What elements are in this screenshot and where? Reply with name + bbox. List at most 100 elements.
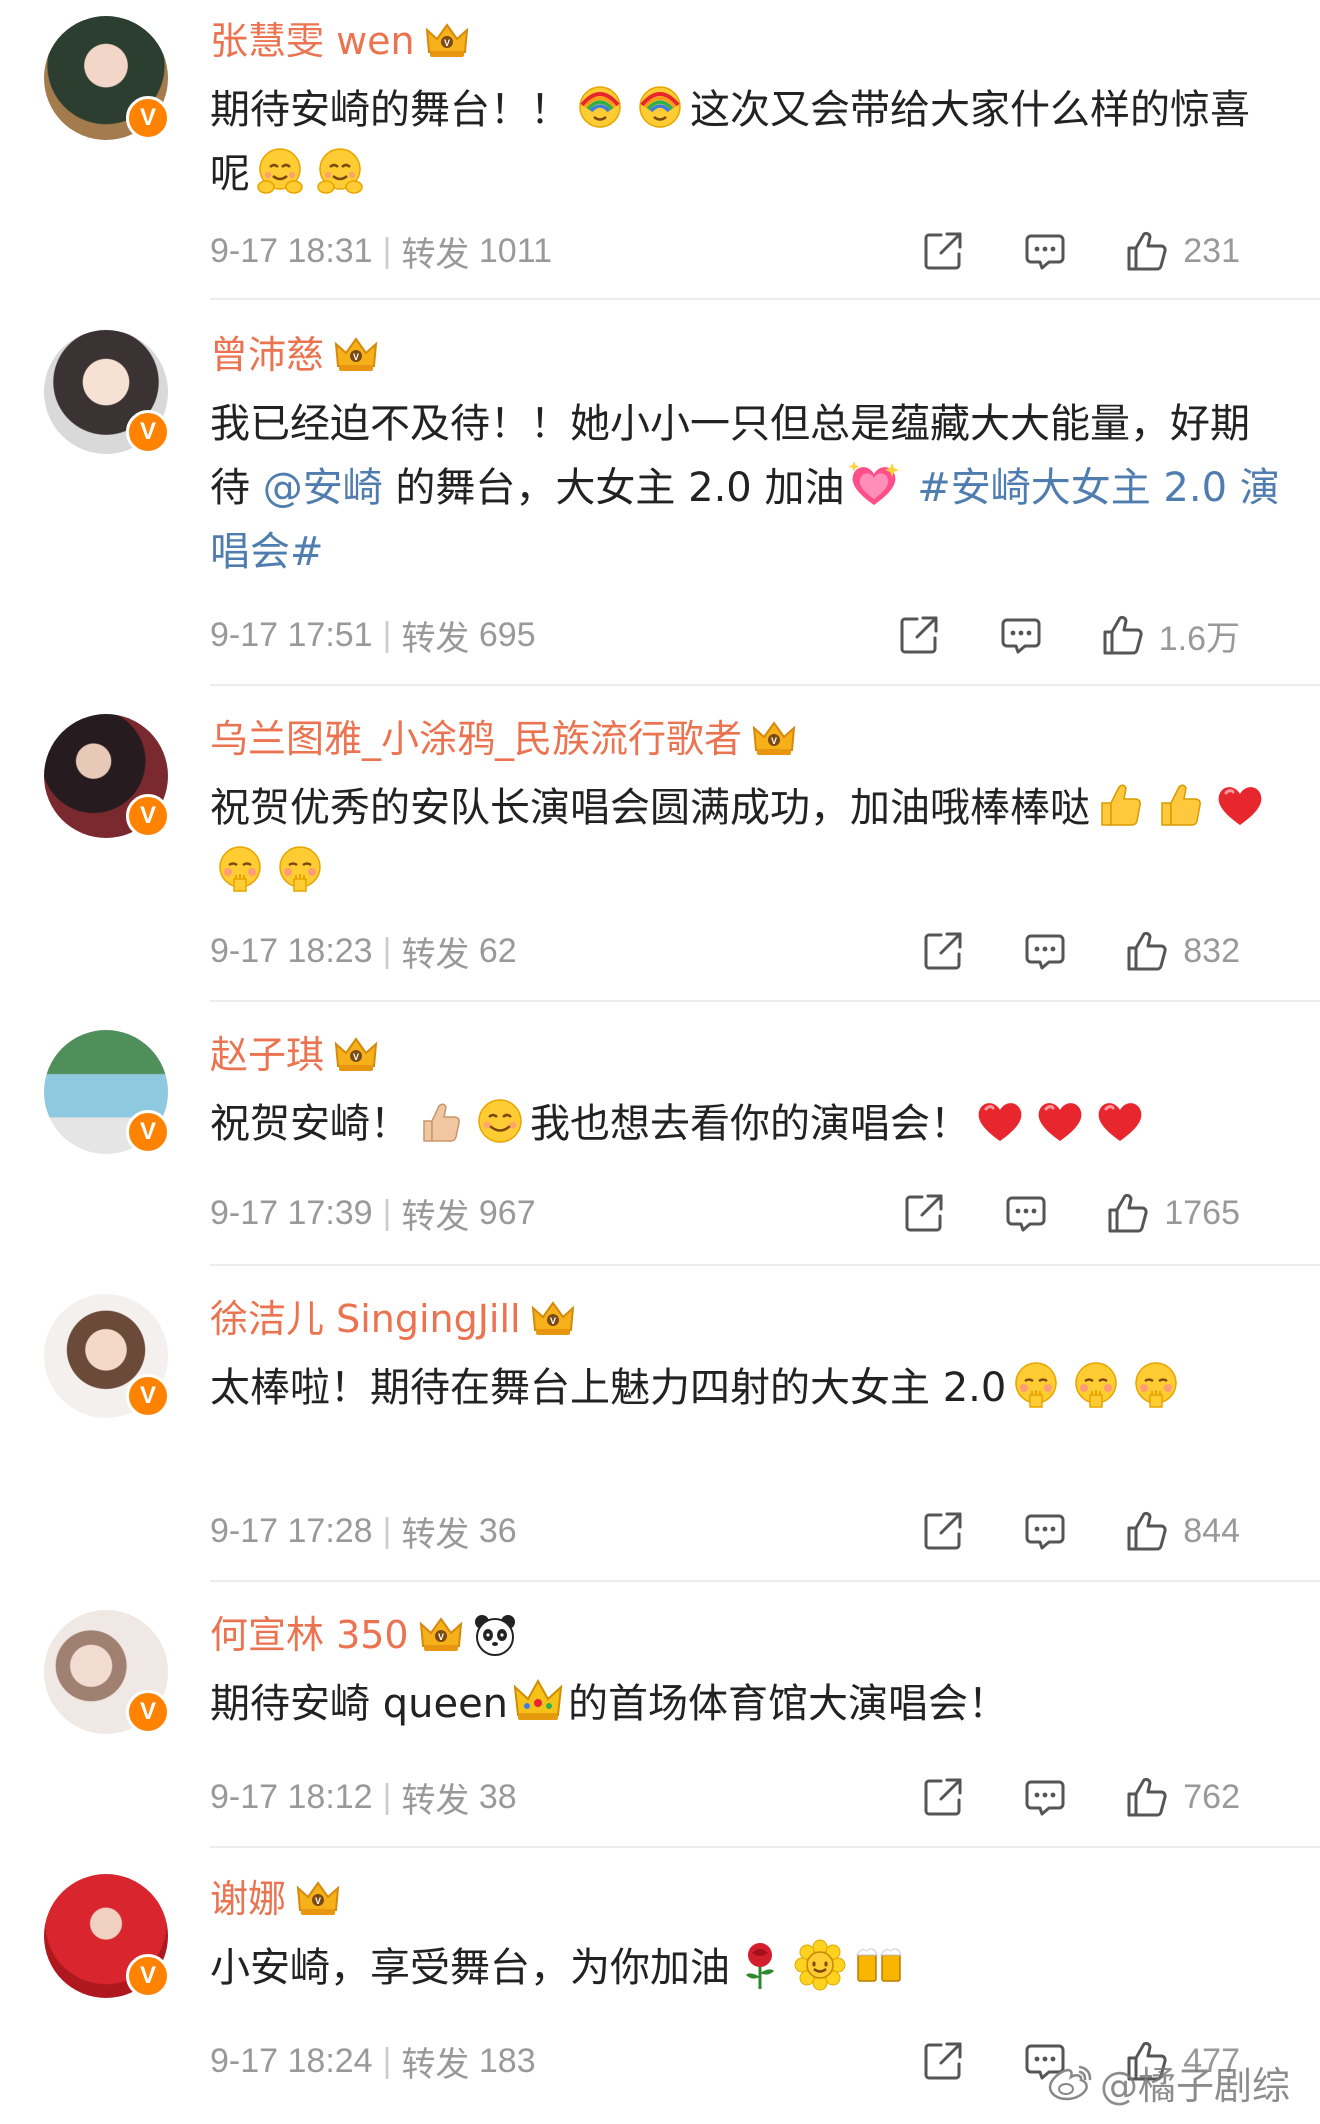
panda-icon bbox=[473, 1613, 517, 1657]
crown-badge-icon bbox=[296, 1880, 340, 1918]
divider bbox=[210, 1846, 1320, 1848]
repost-label: 转发 bbox=[401, 1781, 470, 1820]
meta-separator: | bbox=[382, 231, 392, 270]
like-icon[interactable] bbox=[1106, 1191, 1150, 1235]
repost-icon[interactable] bbox=[921, 229, 965, 273]
weibo-logo-icon bbox=[1048, 2063, 1094, 2103]
verified-badge-icon: V bbox=[126, 1690, 170, 1734]
crown-badge-icon bbox=[334, 336, 378, 374]
comment-icon[interactable] bbox=[1023, 229, 1067, 273]
comment-meta: 9-17 18:23 | 转发 62 832 bbox=[210, 926, 1280, 976]
red-heart-emoji-icon bbox=[974, 1095, 1026, 1147]
divider bbox=[210, 1580, 1320, 1582]
meta-separator: | bbox=[382, 2041, 392, 2080]
red-heart-emoji-icon bbox=[1214, 779, 1266, 831]
verified-badge-icon: V bbox=[126, 96, 170, 140]
repost-label: 转发 bbox=[401, 1197, 470, 1236]
avatar[interactable]: V bbox=[44, 714, 170, 838]
meta-separator: | bbox=[382, 931, 392, 970]
like-icon[interactable] bbox=[1125, 1509, 1169, 1553]
shy-emoji-icon bbox=[214, 843, 266, 895]
comment-date: 9-17 17:51 bbox=[210, 615, 373, 654]
like-icon[interactable] bbox=[1125, 1775, 1169, 1819]
repost-icon[interactable] bbox=[921, 1509, 965, 1553]
rainbow-hug-emoji-icon bbox=[574, 81, 626, 133]
comment-meta: 9-17 17:39 | 转发 967 1765 bbox=[210, 1188, 1280, 1238]
repost-icon[interactable] bbox=[902, 1191, 946, 1235]
crown-badge-icon bbox=[419, 1616, 463, 1654]
comment-date: 9-17 18:23 bbox=[210, 931, 373, 970]
avatar[interactable]: V bbox=[44, 1294, 170, 1418]
like-count: 832 bbox=[1183, 931, 1240, 970]
like-icon[interactable] bbox=[1125, 929, 1169, 973]
avatar[interactable]: V bbox=[44, 1874, 170, 1998]
comment-text-part: 太棒啦！期待在舞台上魅力四射的大女主 2.0 bbox=[210, 1365, 1007, 1411]
avatar[interactable]: V bbox=[44, 16, 170, 140]
sparkling-heart-emoji-icon bbox=[848, 459, 900, 511]
shy-emoji-icon bbox=[1010, 1359, 1062, 1411]
thumbs-up-emoji-icon bbox=[414, 1095, 466, 1147]
divider bbox=[210, 298, 1320, 300]
repost-icon[interactable] bbox=[921, 1775, 965, 1819]
beer-mugs-emoji-icon bbox=[854, 1939, 906, 1991]
user-name[interactable]: 赵子琪 bbox=[210, 1030, 324, 1080]
meta-separator: | bbox=[382, 1193, 392, 1232]
hug-emoji-icon bbox=[254, 145, 306, 197]
sunflower-emoji-icon bbox=[794, 1939, 846, 1991]
divider bbox=[210, 1000, 1320, 1002]
verified-badge-icon: V bbox=[126, 1374, 170, 1418]
divider bbox=[210, 1264, 1320, 1266]
repost-icon[interactable] bbox=[921, 2039, 965, 2083]
repost-count: 38 bbox=[478, 1777, 517, 1816]
repost-label: 转发 bbox=[401, 2045, 470, 2084]
avatar[interactable]: V bbox=[44, 1610, 170, 1734]
comment-text: 期待安崎 queen 的首场体育馆大演唱会！ bbox=[210, 1672, 1320, 1736]
comment-text-part: 期待安崎 queen bbox=[210, 1681, 509, 1727]
smile-emoji-icon bbox=[474, 1095, 526, 1147]
comment-text: 祝贺优秀的安队长演唱会圆满成功，加油哦棒棒哒 bbox=[210, 776, 1320, 904]
user-name[interactable]: 曾沛慈 bbox=[210, 330, 324, 380]
comment-date: 9-17 18:12 bbox=[210, 1777, 373, 1816]
user-name[interactable]: 张慧雯 wen bbox=[210, 16, 415, 66]
comment-meta: 9-17 17:28 | 转发 36 844 bbox=[210, 1506, 1280, 1556]
comment-text-part: 的首场体育馆大演唱会！ bbox=[568, 1681, 1009, 1727]
comment-icon[interactable] bbox=[1004, 1191, 1048, 1235]
repost-count: 967 bbox=[478, 1193, 536, 1232]
repost-label: 转发 bbox=[401, 1515, 470, 1554]
comment-text-part: 期待安崎的舞台！！ bbox=[210, 87, 570, 133]
comment-icon[interactable] bbox=[1023, 1509, 1067, 1553]
repost-count: 62 bbox=[478, 931, 517, 970]
like-icon[interactable] bbox=[1101, 613, 1145, 657]
watermark: @橘子剧综 bbox=[1048, 2055, 1290, 2110]
user-name[interactable]: 何宣林 350 bbox=[210, 1610, 409, 1660]
comment-icon[interactable] bbox=[999, 613, 1043, 657]
divider bbox=[210, 684, 1320, 686]
comment-icon[interactable] bbox=[1023, 929, 1067, 973]
comment-text: 祝贺安崎！ 我也想去看你的演唱会！ bbox=[210, 1092, 1320, 1156]
comment-text-part: 祝贺优秀的安队长演唱会圆满成功，加油哦棒棒哒 bbox=[210, 785, 1090, 831]
rose-emoji-icon bbox=[734, 1939, 786, 1991]
user-name[interactable]: 徐洁儿 SingingJill bbox=[210, 1294, 521, 1344]
verified-badge-icon: V bbox=[126, 1954, 170, 1998]
like-count: 844 bbox=[1183, 1511, 1240, 1550]
like-count: 1765 bbox=[1164, 1193, 1240, 1232]
avatar[interactable]: V bbox=[44, 330, 170, 454]
user-name[interactable]: 谢娜 bbox=[210, 1874, 286, 1924]
comment-date: 9-17 18:31 bbox=[210, 231, 373, 270]
crown-badge-icon bbox=[531, 1300, 575, 1338]
repost-icon[interactable] bbox=[921, 929, 965, 973]
meta-separator: | bbox=[382, 1777, 392, 1816]
verified-badge-icon: V bbox=[126, 1110, 170, 1154]
shy-emoji-icon bbox=[274, 843, 326, 895]
comment-text: 期待安崎的舞台！！ 这次又会带给大家什么样的惊喜呢 bbox=[210, 78, 1320, 206]
like-icon[interactable] bbox=[1125, 229, 1169, 273]
comment-text-part: 小安崎，享受舞台，为你加油 bbox=[210, 1945, 730, 1991]
repost-icon[interactable] bbox=[897, 613, 941, 657]
comment-icon[interactable] bbox=[1023, 1775, 1067, 1819]
thumbs-up-emoji-icon bbox=[1154, 779, 1206, 831]
avatar[interactable]: V bbox=[44, 1030, 170, 1154]
mention-link[interactable]: @安崎 bbox=[263, 465, 383, 511]
comment-text: 小安崎，享受舞台，为你加油 bbox=[210, 1936, 1320, 2000]
user-name[interactable]: 乌兰图雅_小涂鸦_民族流行歌者 bbox=[210, 714, 742, 764]
comment-text-part: 的舞台，大女主 2.0 加油 bbox=[382, 465, 845, 511]
